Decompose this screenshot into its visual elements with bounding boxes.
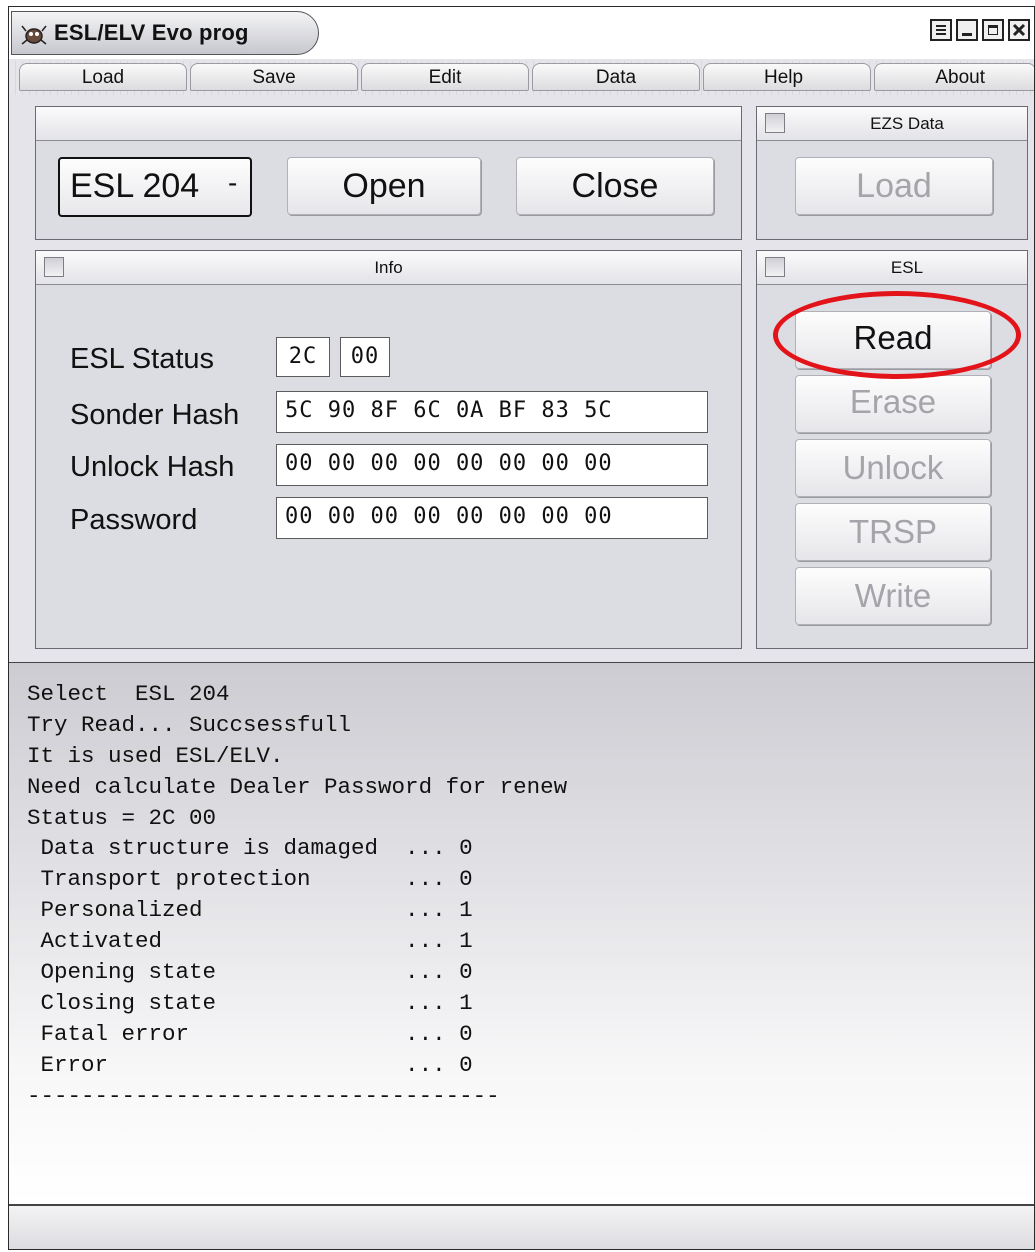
log-line: Personalized ... 1 bbox=[27, 897, 473, 924]
unlock-button[interactable]: Unlock bbox=[795, 439, 991, 497]
password-label: Password bbox=[70, 504, 198, 536]
app-bug-icon[interactable] bbox=[20, 22, 48, 46]
read-button[interactable]: Read bbox=[795, 311, 991, 369]
menu-data[interactable]: Data bbox=[532, 63, 700, 91]
ezs-data-panel: EZS Data Load bbox=[756, 106, 1028, 240]
log-line: Try Read... Succsessfull bbox=[27, 711, 352, 738]
log-line: Status = 2C 00 bbox=[27, 804, 217, 831]
title-pill: ESL/ELV Evo prog bbox=[11, 11, 319, 55]
esl-status-byte2-field[interactable]: 00 bbox=[340, 337, 390, 377]
device-panel: ESL 204 - Open Close bbox=[35, 106, 742, 240]
log-line: Closing state ... 1 bbox=[27, 989, 473, 1016]
sonder-hash-field[interactable]: 5C 90 8F 6C 0A BF 83 5C bbox=[276, 391, 708, 433]
log-line: Need calculate Dealer Password for renew bbox=[27, 773, 568, 800]
maximize-icon[interactable] bbox=[982, 19, 1004, 41]
ezs-data-panel-header: EZS Data bbox=[757, 107, 1027, 141]
info-panel: Info ESL Status 2C 00 Sonder Hash 5C 90 … bbox=[35, 250, 742, 649]
password-field[interactable]: 00 00 00 00 00 00 00 00 bbox=[276, 497, 708, 539]
close-icon[interactable] bbox=[1008, 19, 1030, 41]
window-title: ESL/ELV Evo prog bbox=[54, 20, 249, 45]
info-panel-title: Info bbox=[374, 258, 403, 277]
menu-about[interactable]: About bbox=[874, 63, 1034, 91]
esl-status-byte1-field[interactable]: 2C bbox=[276, 337, 330, 377]
window-controls bbox=[930, 19, 1030, 41]
device-select[interactable]: ESL 204 - bbox=[58, 157, 252, 217]
log-line: Select ESL 204 bbox=[27, 681, 230, 707]
log-line: Transport protection ... 0 bbox=[27, 866, 473, 893]
title-bar[interactable]: ESL/ELV Evo prog bbox=[9, 7, 1034, 59]
unlock-hash-label: Unlock Hash bbox=[70, 451, 235, 483]
device-select-value: ESL 204 bbox=[70, 167, 200, 205]
log-line: ----------------------------------- bbox=[27, 1082, 500, 1109]
unlock-hash-field[interactable]: 00 00 00 00 00 00 00 00 bbox=[276, 444, 708, 486]
log-line: Fatal error ... 0 bbox=[27, 1020, 473, 1047]
log-line: It is used ESL/ELV. bbox=[27, 742, 284, 769]
info-panel-header: Info bbox=[36, 251, 741, 285]
ezs-load-button[interactable]: Load bbox=[795, 157, 993, 215]
menu-icon[interactable] bbox=[930, 19, 952, 41]
ezs-data-panel-title: EZS Data bbox=[870, 114, 944, 133]
log-output[interactable]: Select ESL 204 Try Read... Succsessfull It… bbox=[9, 662, 1034, 1204]
erase-button[interactable]: Erase bbox=[795, 375, 991, 433]
chevron-down-icon: - bbox=[228, 167, 238, 198]
menu-load[interactable]: Load bbox=[19, 63, 187, 91]
log-line: Data structure is damaged ... 0 bbox=[27, 835, 473, 862]
menu-edit[interactable]: Edit bbox=[361, 63, 529, 91]
log-line: Opening state ... 0 bbox=[27, 959, 473, 986]
status-bar bbox=[9, 1204, 1034, 1249]
log-line: Activated ... 1 bbox=[27, 928, 473, 955]
device-panel-header bbox=[36, 107, 741, 141]
menu-save[interactable]: Save bbox=[190, 63, 358, 91]
esl-panel-header: ESL bbox=[757, 251, 1027, 285]
esl-status-label: ESL Status bbox=[70, 343, 215, 375]
esl-panel: ESL Read Erase Unlock TRSP Write bbox=[756, 250, 1028, 649]
open-button[interactable]: Open bbox=[287, 157, 481, 215]
menu-help[interactable]: Help bbox=[703, 63, 871, 91]
log-lines: Select ESL 204 Try Read... Succsessfull It… bbox=[27, 679, 1034, 1111]
close-button[interactable]: Close bbox=[516, 157, 714, 215]
app-window: ESL/ELV Evo prog Load Save Edit Data Hel… bbox=[8, 6, 1035, 1250]
log-line: Error ... 0 bbox=[27, 1051, 473, 1078]
minimize-icon[interactable] bbox=[956, 19, 978, 41]
esl-panel-title: ESL bbox=[890, 258, 924, 277]
write-button[interactable]: Write bbox=[795, 567, 991, 625]
trsp-button[interactable]: TRSP bbox=[795, 503, 991, 561]
sonder-hash-label: Sonder Hash bbox=[70, 399, 240, 431]
menu-bar: Load Save Edit Data Help About bbox=[9, 61, 1034, 95]
